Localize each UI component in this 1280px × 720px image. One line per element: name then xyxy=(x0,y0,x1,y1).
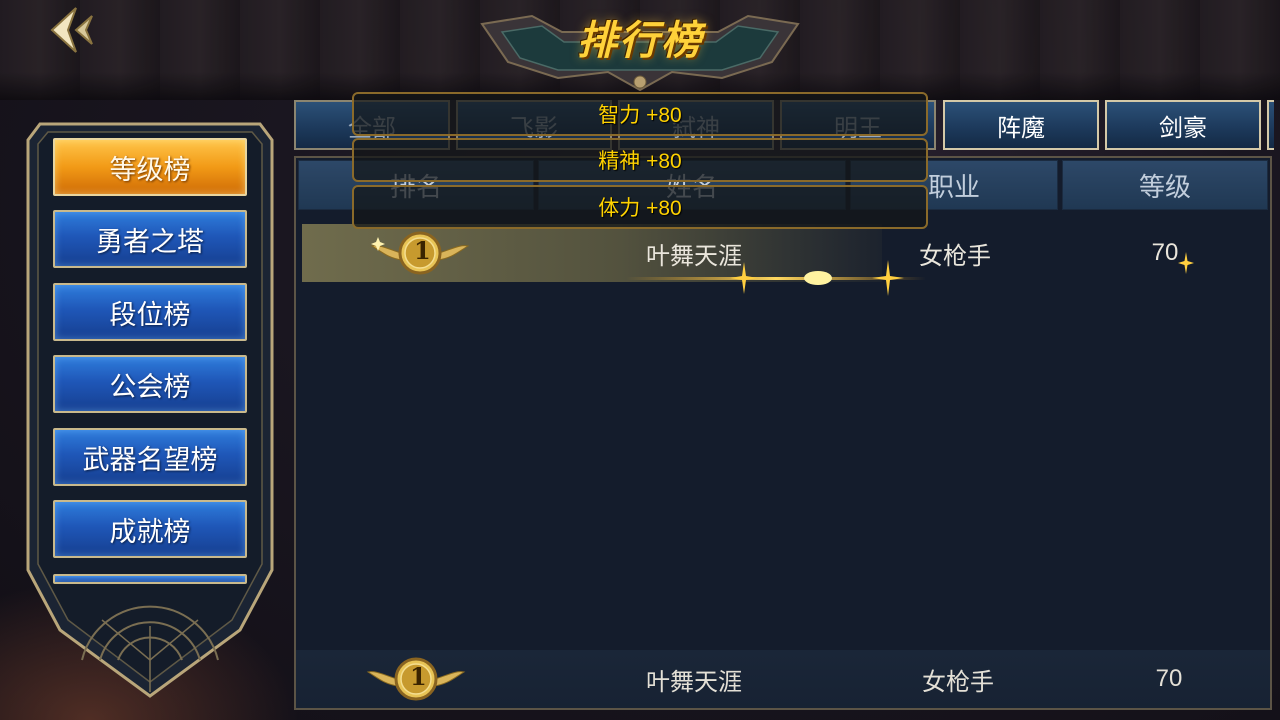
tab-overflow[interactable] xyxy=(1267,100,1274,150)
rank-cell: 1 xyxy=(302,224,538,282)
sidebar-item-achievement-rank[interactable]: 成就榜 xyxy=(53,500,247,558)
my-level-cell: 70 xyxy=(1155,665,1183,692)
tooltip-spirit: 精神 +80 xyxy=(352,138,928,182)
my-class-cell: 女枪手 xyxy=(922,668,994,696)
ranking-panel: 排名 姓名 职业 等级 1 叶舞天涯 女枪手 70 xyxy=(294,156,1272,710)
sidebar-item-hero-tower[interactable]: 勇者之塔 xyxy=(53,210,247,268)
sidebar-item-guild-rank[interactable]: 公会榜 xyxy=(53,355,247,413)
glow-effect xyxy=(626,260,926,296)
tooltip-intelligence: 智力 +80 xyxy=(352,92,928,136)
attribute-tooltip: 智力 +80 精神 +80 体力 +80 xyxy=(352,92,928,230)
title-banner: 排行榜 xyxy=(472,2,808,94)
rank-number: 1 xyxy=(414,236,431,265)
tooltip-stamina: 体力 +80 xyxy=(352,185,928,229)
sidebar: 等级榜 勇者之塔 段位榜 公会榜 武器名望榜 成就榜 xyxy=(22,100,278,700)
tab-jianhao[interactable]: 剑豪 xyxy=(1105,100,1261,150)
my-rank-number: 1 xyxy=(410,662,427,691)
my-rank-cell: 1 xyxy=(296,650,536,708)
my-rank-row: 1 叶舞天涯 女枪手 70 xyxy=(296,650,1270,708)
page-title: 排行榜 xyxy=(577,19,703,63)
player-level-cell: 70 xyxy=(1151,239,1179,266)
sidebar-item-level-rank[interactable]: 等级榜 xyxy=(53,138,247,196)
sparkle-icon xyxy=(1178,252,1194,274)
header-level: 等级 xyxy=(1062,160,1268,210)
back-button[interactable] xyxy=(46,4,106,56)
sidebar-item-partial[interactable] xyxy=(53,574,247,584)
sidebar-item-weapon-fame-rank[interactable]: 武器名望榜 xyxy=(53,428,247,486)
my-name-cell: 叶舞天涯 xyxy=(646,668,742,696)
tab-zhenmo[interactable]: 阵魔 xyxy=(943,100,1099,150)
back-arrow-icon xyxy=(50,7,93,53)
sidebar-item-division-rank[interactable]: 段位榜 xyxy=(53,283,247,341)
